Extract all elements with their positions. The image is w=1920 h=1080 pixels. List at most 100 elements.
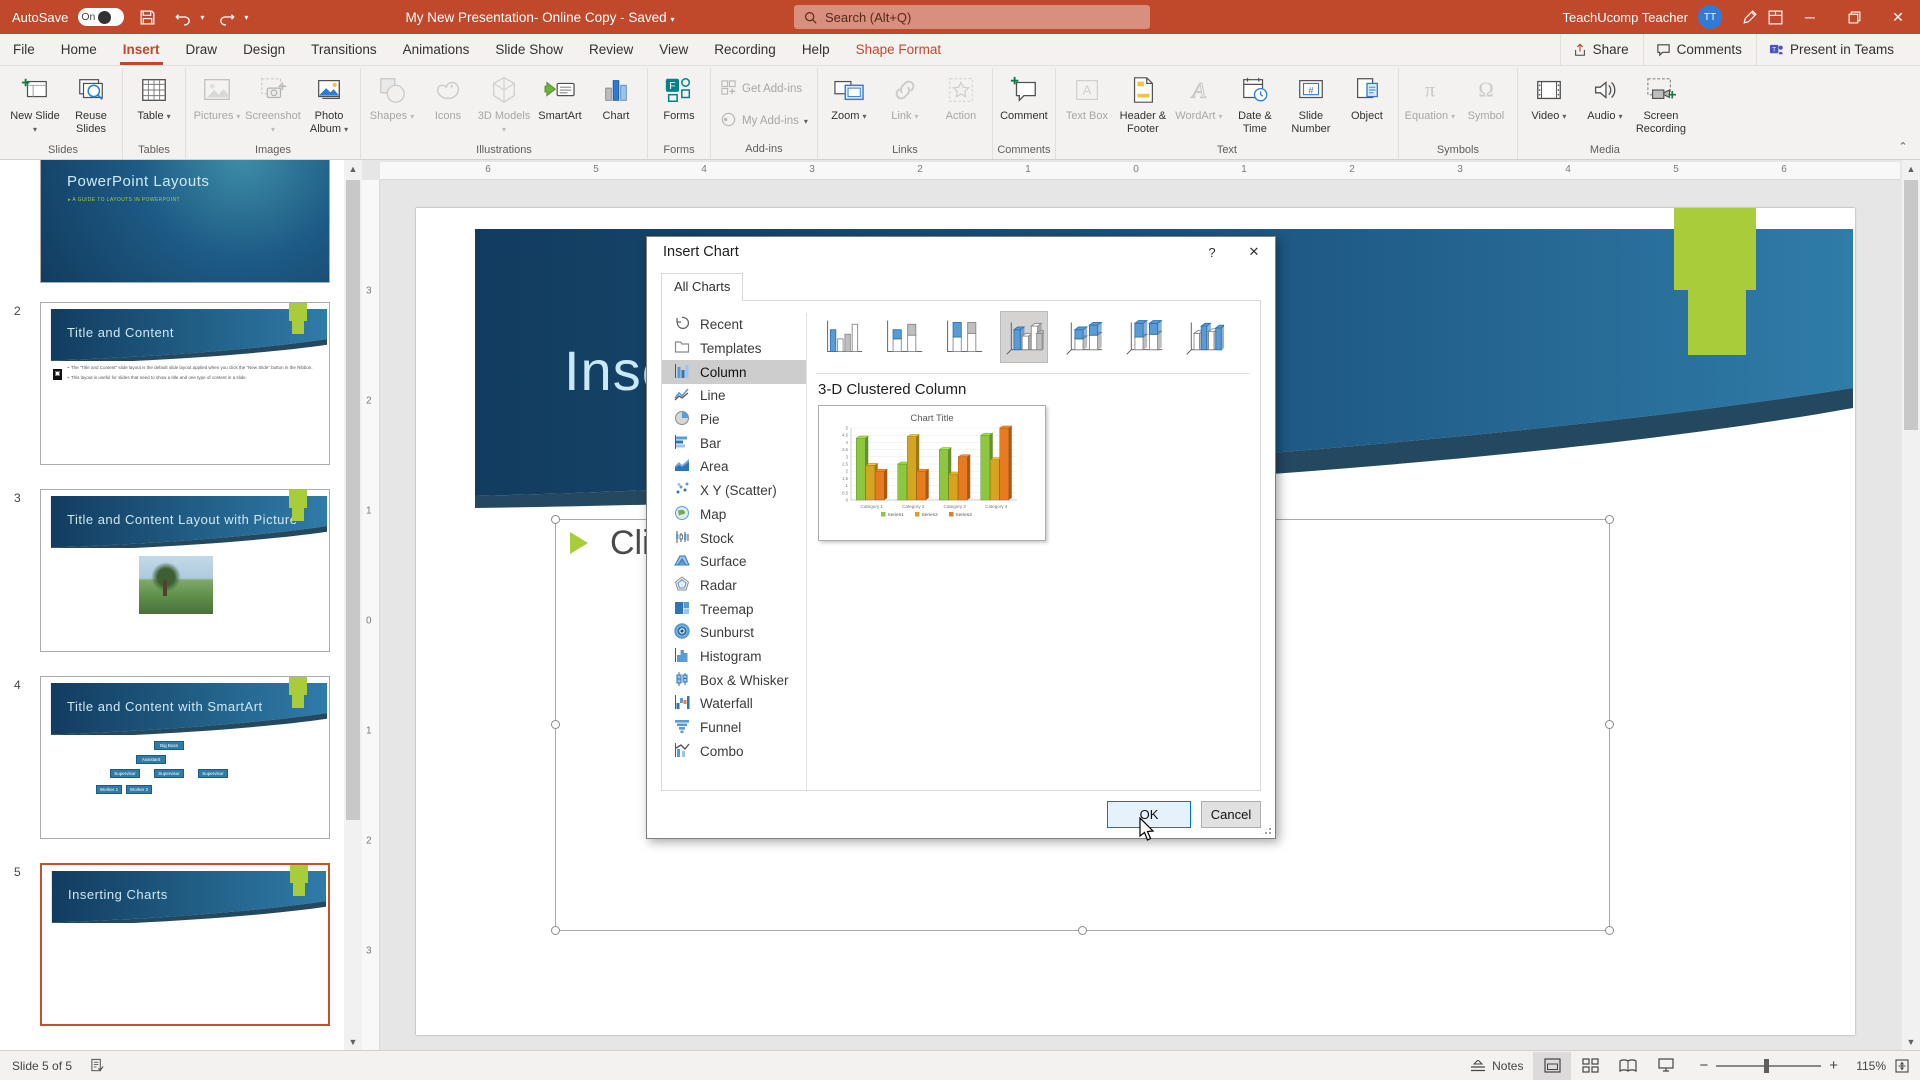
fit-to-window-icon[interactable] [1894, 1058, 1910, 1074]
tab-design[interactable]: Design [230, 34, 298, 65]
scrollbar-thumb[interactable] [346, 180, 360, 820]
date-time-button[interactable]: Date & Time [1227, 68, 1283, 142]
scroll-down-arrow[interactable]: ▼ [344, 1033, 362, 1050]
chart-type-surface[interactable]: Surface [662, 550, 806, 574]
chart-type-templates[interactable]: Templates [662, 337, 806, 361]
save-icon[interactable] [134, 5, 160, 29]
tab-animations[interactable]: Animations [390, 34, 483, 65]
tab-review[interactable]: Review [576, 34, 646, 65]
tab-draw[interactable]: Draw [173, 34, 231, 65]
chart-type-area[interactable]: Area [662, 455, 806, 479]
chart-type-bar[interactable]: Bar [662, 431, 806, 455]
chart-type-x-y-scatter-[interactable]: X Y (Scatter) [662, 479, 806, 503]
header-footer-button[interactable]: Header & Footer [1115, 68, 1171, 142]
editing-mode-icon[interactable] [1736, 5, 1762, 29]
tab-home[interactable]: Home [48, 34, 110, 65]
subtype-3-d-column[interactable] [1180, 311, 1228, 363]
vertical-ruler[interactable]: 3210123 [362, 180, 380, 1050]
canvas-scrollbar[interactable]: ▲ ▼ [1902, 160, 1920, 1050]
chart-type-radar[interactable]: Radar [662, 574, 806, 598]
ribbon-display-options-icon[interactable] [1762, 5, 1788, 29]
ok-button[interactable]: OK [1107, 801, 1191, 828]
text-box-button[interactable]: AText Box [1059, 68, 1115, 142]
my-add-ins-button[interactable]: My Add-ins ▾ [714, 108, 814, 134]
horizontal-ruler[interactable]: 6543210123456 [380, 162, 1900, 180]
subtype-100-stacked-column[interactable] [940, 311, 988, 363]
slide-3-thumbnail[interactable]: Title and Content Layout with Picture [40, 489, 330, 652]
share-button[interactable]: Share [1560, 34, 1641, 65]
resize-handle-ne[interactable] [1605, 515, 1614, 524]
chart-type-treemap[interactable]: Treemap [662, 597, 806, 621]
icons-button[interactable]: Icons [420, 68, 476, 142]
tab-help[interactable]: Help [789, 34, 843, 65]
link-button[interactable]: Link ▾ [877, 68, 933, 142]
collapse-ribbon-icon[interactable]: ⌃ [1892, 137, 1914, 155]
reading-view-button[interactable] [1609, 1052, 1647, 1080]
zoom-button[interactable]: Zoom ▾ [821, 68, 877, 142]
tab-shape-format[interactable]: Shape Format [843, 34, 955, 65]
search-input[interactable]: Search (Alt+Q) [794, 5, 1150, 29]
redo-icon[interactable] [214, 5, 240, 29]
undo-dropdown-caret[interactable]: ▾ [200, 13, 204, 22]
subtype-clustered-column[interactable] [820, 311, 868, 363]
scrollbar-thumb[interactable] [1904, 180, 1918, 430]
screen-recording-button[interactable]: Screen Recording [1633, 68, 1689, 142]
subtype-3-d-clustered-column[interactable] [1000, 311, 1048, 363]
comments-button[interactable]: Comments [1643, 34, 1754, 65]
minimize-button[interactable]: ─ [1788, 0, 1832, 34]
spell-check-icon[interactable] [90, 1058, 105, 1073]
chart-type-pie[interactable]: Pie [662, 408, 806, 432]
restore-button[interactable] [1832, 0, 1876, 34]
resize-handle-nw[interactable] [551, 515, 560, 524]
cancel-button[interactable]: Cancel [1201, 801, 1261, 828]
zoom-in-icon[interactable]: + [1829, 1057, 1838, 1074]
dialog-help-button[interactable]: ? [1191, 237, 1233, 267]
slide-number-button[interactable]: #Slide Number [1283, 68, 1339, 142]
slide-accent-rect-bottom[interactable] [1688, 290, 1746, 355]
close-button[interactable]: ✕ [1876, 0, 1920, 34]
slide-1-thumbnail[interactable]: PowerPoint Layouts▸ A GUIDE TO LAYOUTS I… [40, 160, 330, 283]
thumbnail-scrollbar[interactable]: ▲ ▼ [344, 160, 362, 1050]
autosave-toggle[interactable]: On [78, 8, 124, 26]
chart-type-recent[interactable]: Recent [662, 313, 806, 337]
tab-all-charts[interactable]: All Charts [661, 273, 743, 301]
chart-type-funnel[interactable]: Funnel [662, 716, 806, 740]
zoom-slider[interactable] [1716, 1065, 1821, 1067]
photo-album-button[interactable]: Photo Album ▾ [301, 68, 357, 142]
chart-type-combo[interactable]: Combo [662, 739, 806, 763]
slide-2-thumbnail[interactable]: Title and Content▣‣ The "Title and Conte… [40, 302, 330, 465]
slide-accent-rect-top[interactable] [1674, 208, 1756, 290]
chart-type-waterfall[interactable]: Waterfall [662, 692, 806, 716]
slide-sorter-view-button[interactable] [1571, 1052, 1609, 1080]
chart-type-map[interactable]: Map [662, 503, 806, 527]
chart-type-column[interactable]: Column [662, 360, 806, 384]
zoom-slider-thumb[interactable] [1764, 1059, 1769, 1073]
dialog-resize-grip[interactable] [1260, 823, 1273, 836]
chart-button[interactable]: Chart [588, 68, 644, 142]
get-add-ins-button[interactable]: Get Add-ins [714, 76, 808, 102]
tab-recording[interactable]: Recording [701, 34, 789, 65]
document-title[interactable]: My New Presentation- Online Copy - Saved… [406, 10, 675, 25]
quick-access-caret[interactable]: ▾ [244, 13, 248, 22]
tab-view[interactable]: View [646, 34, 701, 65]
shapes-button[interactable]: Shapes ▾ [364, 68, 420, 142]
3d-models-button[interactable]: 3D Models ▾ [476, 68, 532, 142]
tab-transitions[interactable]: Transitions [298, 34, 390, 65]
subtype-3-d-stacked-column[interactable] [1060, 311, 1108, 363]
undo-icon[interactable] [170, 5, 196, 29]
table-button[interactable]: Table ▾ [126, 68, 182, 142]
scroll-up-arrow[interactable]: ▲ [344, 160, 362, 177]
action-button[interactable]: Action [933, 68, 989, 142]
slide-show-button[interactable] [1647, 1052, 1685, 1080]
subtype-stacked-column[interactable] [880, 311, 928, 363]
screenshot-button[interactable]: Screenshot ▾ [245, 68, 301, 142]
resize-handle-s[interactable] [1078, 926, 1087, 935]
scroll-down-arrow[interactable]: ▼ [1902, 1033, 1920, 1050]
comment-button[interactable]: Comment [996, 68, 1052, 142]
chart-preview[interactable]: Chart Title00.511.522.533.544.55Category… [818, 405, 1046, 541]
tab-insert[interactable]: Insert [110, 34, 173, 65]
resize-handle-w[interactable] [551, 720, 560, 729]
tab-slide-show[interactable]: Slide Show [482, 34, 576, 65]
video-button[interactable]: Video ▾ [1521, 68, 1577, 142]
dialog-title-bar[interactable]: Insert Chart ? ✕ [647, 237, 1275, 267]
